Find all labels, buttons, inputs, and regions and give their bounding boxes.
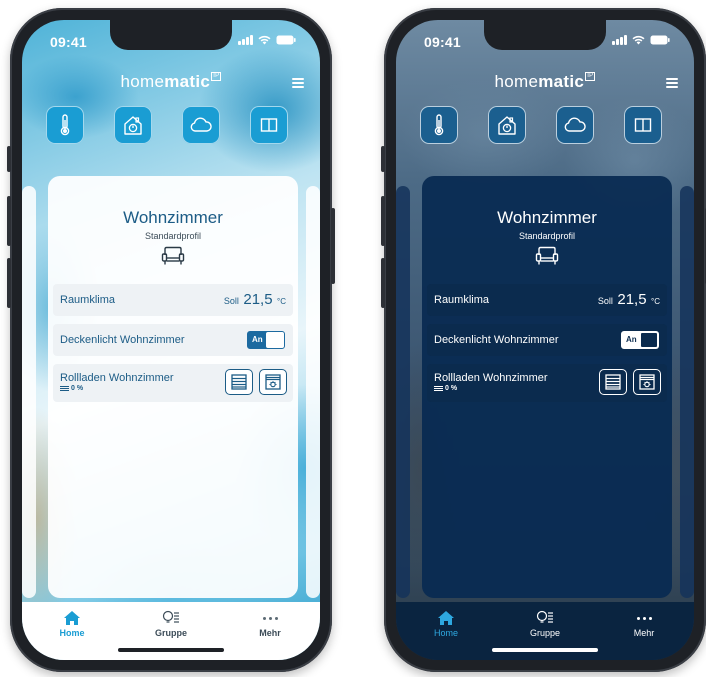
window-icon bbox=[634, 118, 652, 132]
tab-gruppe[interactable]: Gruppe bbox=[131, 610, 211, 638]
shutter-level-icon bbox=[60, 385, 69, 392]
home-icon bbox=[438, 611, 454, 625]
volume-up-button bbox=[7, 196, 11, 246]
next-room-card[interactable] bbox=[306, 186, 320, 598]
group-bulb-list-icon bbox=[162, 610, 179, 623]
ceiling-light-toggle[interactable]: An bbox=[621, 331, 659, 349]
cloud-category-button[interactable] bbox=[182, 106, 220, 144]
room-card: Wohnzimmer Standardprofil Raumklima Soll… bbox=[48, 176, 298, 598]
shutter-level: 0 % bbox=[60, 385, 83, 392]
shutter-label: Rollladen Wohnzimmer bbox=[60, 372, 174, 384]
thermometer-category-button[interactable] bbox=[420, 106, 458, 144]
menu-icon[interactable] bbox=[292, 78, 304, 90]
status-icons bbox=[612, 35, 670, 45]
battery-icon bbox=[276, 35, 296, 45]
cloud-icon bbox=[190, 117, 212, 132]
shutter-open-button[interactable] bbox=[633, 369, 661, 395]
screen: 09:41 homematic IP Wohnzimmer Standardpr… bbox=[22, 20, 320, 660]
sofa-icon bbox=[161, 246, 185, 265]
room-card: Wohnzimmer Standardprofil Raumklima Soll… bbox=[422, 176, 672, 598]
house-category-button[interactable] bbox=[488, 106, 526, 144]
notch bbox=[110, 20, 232, 50]
shutter-row: Rollladen Wohnzimmer 0 % bbox=[53, 364, 293, 402]
setpoint-temperature: Soll 21,5 °C bbox=[223, 291, 286, 308]
previous-room-card[interactable] bbox=[22, 186, 36, 598]
house-category-button[interactable] bbox=[114, 106, 152, 144]
tab-home[interactable]: Home bbox=[406, 610, 486, 638]
volume-down-button bbox=[7, 258, 11, 308]
signal-icon bbox=[238, 35, 253, 45]
climate-row[interactable]: Raumklima Soll 21,5 °C bbox=[427, 284, 667, 316]
shutter-row: Rollladen Wohnzimmer 0 % bbox=[427, 364, 667, 402]
shutter-closed-icon bbox=[231, 374, 247, 390]
previous-room-card[interactable] bbox=[396, 186, 410, 598]
ceiling-light-row: Deckenlicht Wohnzimmer An bbox=[53, 324, 293, 356]
homematic-logo: homematic IP bbox=[120, 72, 222, 91]
tab-home[interactable]: Home bbox=[32, 610, 112, 638]
status-time: 09:41 bbox=[424, 34, 461, 50]
home-indicator bbox=[118, 648, 224, 652]
cloud-icon bbox=[564, 117, 586, 132]
more-dots-icon bbox=[230, 610, 310, 626]
notch bbox=[484, 20, 606, 50]
home-icon bbox=[64, 611, 80, 625]
signal-icon bbox=[612, 35, 627, 45]
ceiling-light-row: Deckenlicht Wohnzimmer An bbox=[427, 324, 667, 356]
phone-dark-theme: 09:41 homematic IP Wohnzimmer Standardpr… bbox=[381, 8, 706, 672]
more-dots-icon bbox=[604, 610, 684, 626]
menu-icon[interactable] bbox=[666, 78, 678, 90]
house-icon bbox=[498, 116, 516, 135]
thermometer-icon bbox=[434, 114, 444, 136]
shutter-close-button[interactable] bbox=[599, 369, 627, 395]
window-category-button[interactable] bbox=[250, 106, 288, 144]
house-icon bbox=[124, 116, 142, 135]
wifi-icon bbox=[632, 35, 645, 45]
thermometer-category-button[interactable] bbox=[46, 106, 84, 144]
ceiling-light-toggle[interactable]: An bbox=[247, 331, 285, 349]
shutter-closed-icon bbox=[605, 374, 621, 390]
shutter-open-sun-icon bbox=[265, 374, 281, 390]
climate-row[interactable]: Raumklima Soll 21,5 °C bbox=[53, 284, 293, 316]
volume-down-button bbox=[381, 258, 385, 308]
sofa-icon bbox=[535, 246, 559, 265]
ceiling-light-label: Deckenlicht Wohnzimmer bbox=[434, 334, 559, 346]
thermometer-icon bbox=[60, 114, 70, 136]
homematic-logo: homematic IP bbox=[494, 72, 596, 91]
cloud-category-button[interactable] bbox=[556, 106, 594, 144]
ceiling-light-label: Deckenlicht Wohnzimmer bbox=[60, 334, 185, 346]
shutter-close-button[interactable] bbox=[225, 369, 253, 395]
home-indicator bbox=[492, 648, 598, 652]
status-icons bbox=[238, 35, 296, 45]
climate-label: Raumklima bbox=[60, 294, 116, 306]
shutter-level: 0 % bbox=[434, 385, 457, 392]
window-category-button[interactable] bbox=[624, 106, 662, 144]
shutter-open-sun-icon bbox=[639, 374, 655, 390]
shutter-level-icon bbox=[434, 385, 443, 392]
status-time: 09:41 bbox=[50, 34, 87, 50]
climate-label: Raumklima bbox=[434, 294, 490, 306]
next-room-card[interactable] bbox=[680, 186, 694, 598]
screen: 09:41 homematic IP Wohnzimmer Standardpr… bbox=[396, 20, 694, 660]
room-title: Wohnzimmer bbox=[123, 208, 223, 227]
tab-gruppe[interactable]: Gruppe bbox=[505, 610, 585, 638]
shutter-label: Rollladen Wohnzimmer bbox=[434, 372, 548, 384]
tab-mehr[interactable]: Mehr bbox=[604, 610, 684, 638]
room-title: Wohnzimmer bbox=[497, 208, 597, 227]
battery-icon bbox=[650, 35, 670, 45]
tab-mehr[interactable]: Mehr bbox=[230, 610, 310, 638]
room-profile[interactable]: Standardprofil bbox=[422, 231, 672, 241]
group-bulb-list-icon bbox=[536, 610, 553, 623]
shutter-open-button[interactable] bbox=[259, 369, 287, 395]
volume-up-button bbox=[381, 196, 385, 246]
window-icon bbox=[260, 118, 278, 132]
setpoint-temperature: Soll 21,5 °C bbox=[597, 291, 660, 308]
phone-light-theme: 09:41 homematic IP Wohnzimmer Standardpr… bbox=[7, 8, 335, 672]
wifi-icon bbox=[258, 35, 271, 45]
mute-switch bbox=[381, 146, 385, 172]
room-profile[interactable]: Standardprofil bbox=[48, 231, 298, 241]
power-button bbox=[331, 208, 335, 284]
mute-switch bbox=[7, 146, 11, 172]
